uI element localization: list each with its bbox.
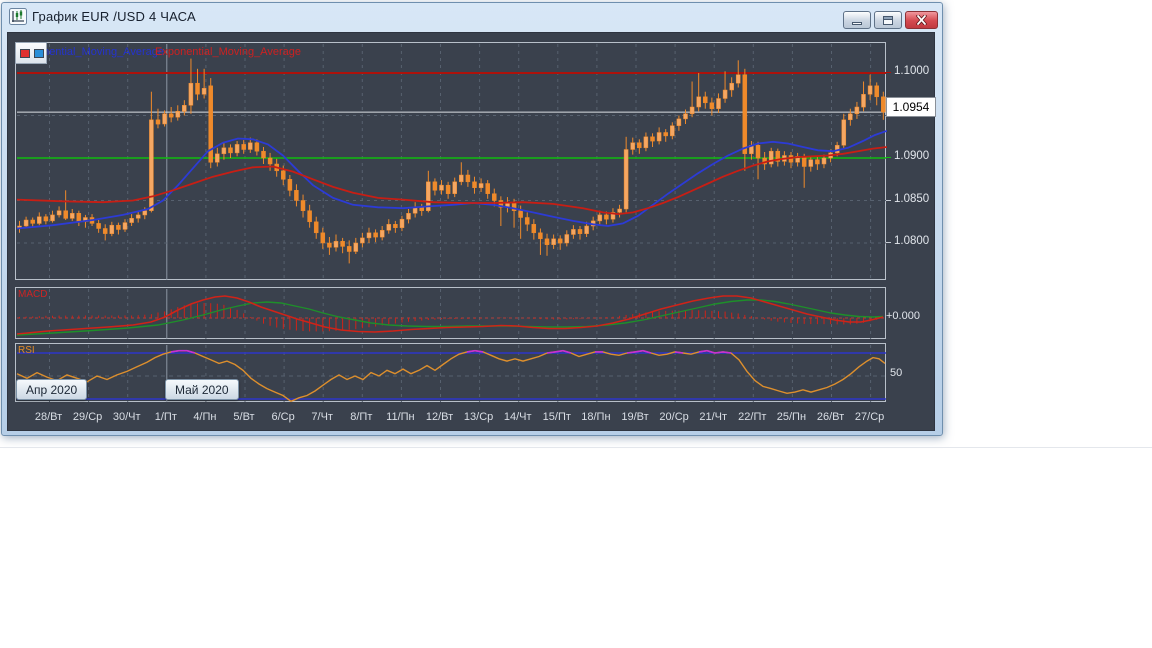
price-axis-tick xyxy=(886,72,891,73)
price-axis-tick xyxy=(886,199,891,201)
price-axis-label: 1.0850 xyxy=(894,192,930,205)
minimize-icon xyxy=(852,21,862,25)
legend-ema-red: Exponential_Moving_Average xyxy=(155,46,301,58)
time-axis-label: 21/Чт xyxy=(699,411,728,423)
candlestick-chart-icon xyxy=(9,8,27,25)
time-axis-label: 6/Ср xyxy=(271,411,295,423)
desktop-background: График EUR /USD 4 ЧАСА Exponential_Movin… xyxy=(0,0,1152,648)
price-axis-tick xyxy=(886,242,891,243)
time-axis-label: 30/Чт xyxy=(112,411,141,423)
close-icon xyxy=(916,15,927,25)
time-axis-label: 11/Пн xyxy=(386,411,415,423)
window-title: График EUR /USD 4 ЧАСА xyxy=(32,9,196,24)
time-axis-label: 8/Пт xyxy=(350,411,373,423)
rsi-chart-svg[interactable] xyxy=(16,344,887,403)
macd-label: MACD xyxy=(18,289,48,300)
time-axis-label: 20/Ср xyxy=(659,411,689,423)
rsi-label: RSI xyxy=(18,345,35,356)
price-axis-tick xyxy=(886,157,891,158)
rsi-mid-label: 50 xyxy=(890,367,903,379)
maximize-icon xyxy=(883,15,893,25)
month-button-apr[interactable]: Апр 2020 xyxy=(16,379,88,400)
close-button[interactable] xyxy=(905,11,938,29)
chart-client-area: Exponential_Moving_Average Exponential_M… xyxy=(7,32,936,431)
chart-window: График EUR /USD 4 ЧАСА Exponential_Movin… xyxy=(1,2,943,436)
macd-chart-svg[interactable] xyxy=(16,288,887,340)
month-button-may[interactable]: Май 2020 xyxy=(165,379,239,400)
price-axis-label: 1.0800 xyxy=(894,235,930,247)
time-axis-label: 12/Вт xyxy=(425,411,454,423)
macd-zero-label: +0.000 xyxy=(886,310,920,322)
price-axis-label: 1.1000 xyxy=(894,65,930,77)
time-axis-label: 13/Ср xyxy=(463,411,494,423)
time-axis-label: 29/Ср xyxy=(72,411,103,423)
time-axis-label: 1/Пт xyxy=(154,411,177,423)
time-axis-label: 14/Чт xyxy=(503,411,532,423)
time-axis-label: 5/Вт xyxy=(233,411,255,423)
price-axis-label: 1.0900 xyxy=(894,150,930,162)
minimize-button[interactable] xyxy=(843,11,871,29)
price-panel[interactable]: Exponential_Moving_Average Exponential_M… xyxy=(15,42,887,281)
titlebar[interactable]: График EUR /USD 4 ЧАСА xyxy=(2,3,942,31)
time-axis-label: 28/Вт xyxy=(34,411,63,423)
macd-panel[interactable]: MACD xyxy=(15,287,886,339)
maximize-button[interactable] xyxy=(874,11,902,29)
time-axis-label: 22/Пт xyxy=(738,411,767,423)
current-price-tag: 1.0954 xyxy=(886,97,936,117)
page-separator xyxy=(0,447,1152,448)
rsi-panel[interactable]: RSI xyxy=(15,343,887,403)
time-axis-label: 4/Пн xyxy=(193,411,217,423)
time-axis-label: 26/Вт xyxy=(816,411,845,423)
price-chart-svg[interactable] xyxy=(16,43,887,281)
indicator-blue-button[interactable] xyxy=(34,48,44,58)
indicator-buttons xyxy=(15,42,47,64)
time-axis-label: 27/Ср xyxy=(854,411,885,423)
indicator-red-button[interactable] xyxy=(20,48,30,58)
time-axis-label: 19/Вт xyxy=(621,411,649,423)
time-axis-label: 18/Пн xyxy=(581,411,611,423)
window-controls xyxy=(843,11,938,29)
time-axis-label: 15/Пт xyxy=(542,411,571,423)
time-axis-label: 7/Чт xyxy=(311,411,333,423)
time-axis-label: 25/Пн xyxy=(776,411,807,423)
